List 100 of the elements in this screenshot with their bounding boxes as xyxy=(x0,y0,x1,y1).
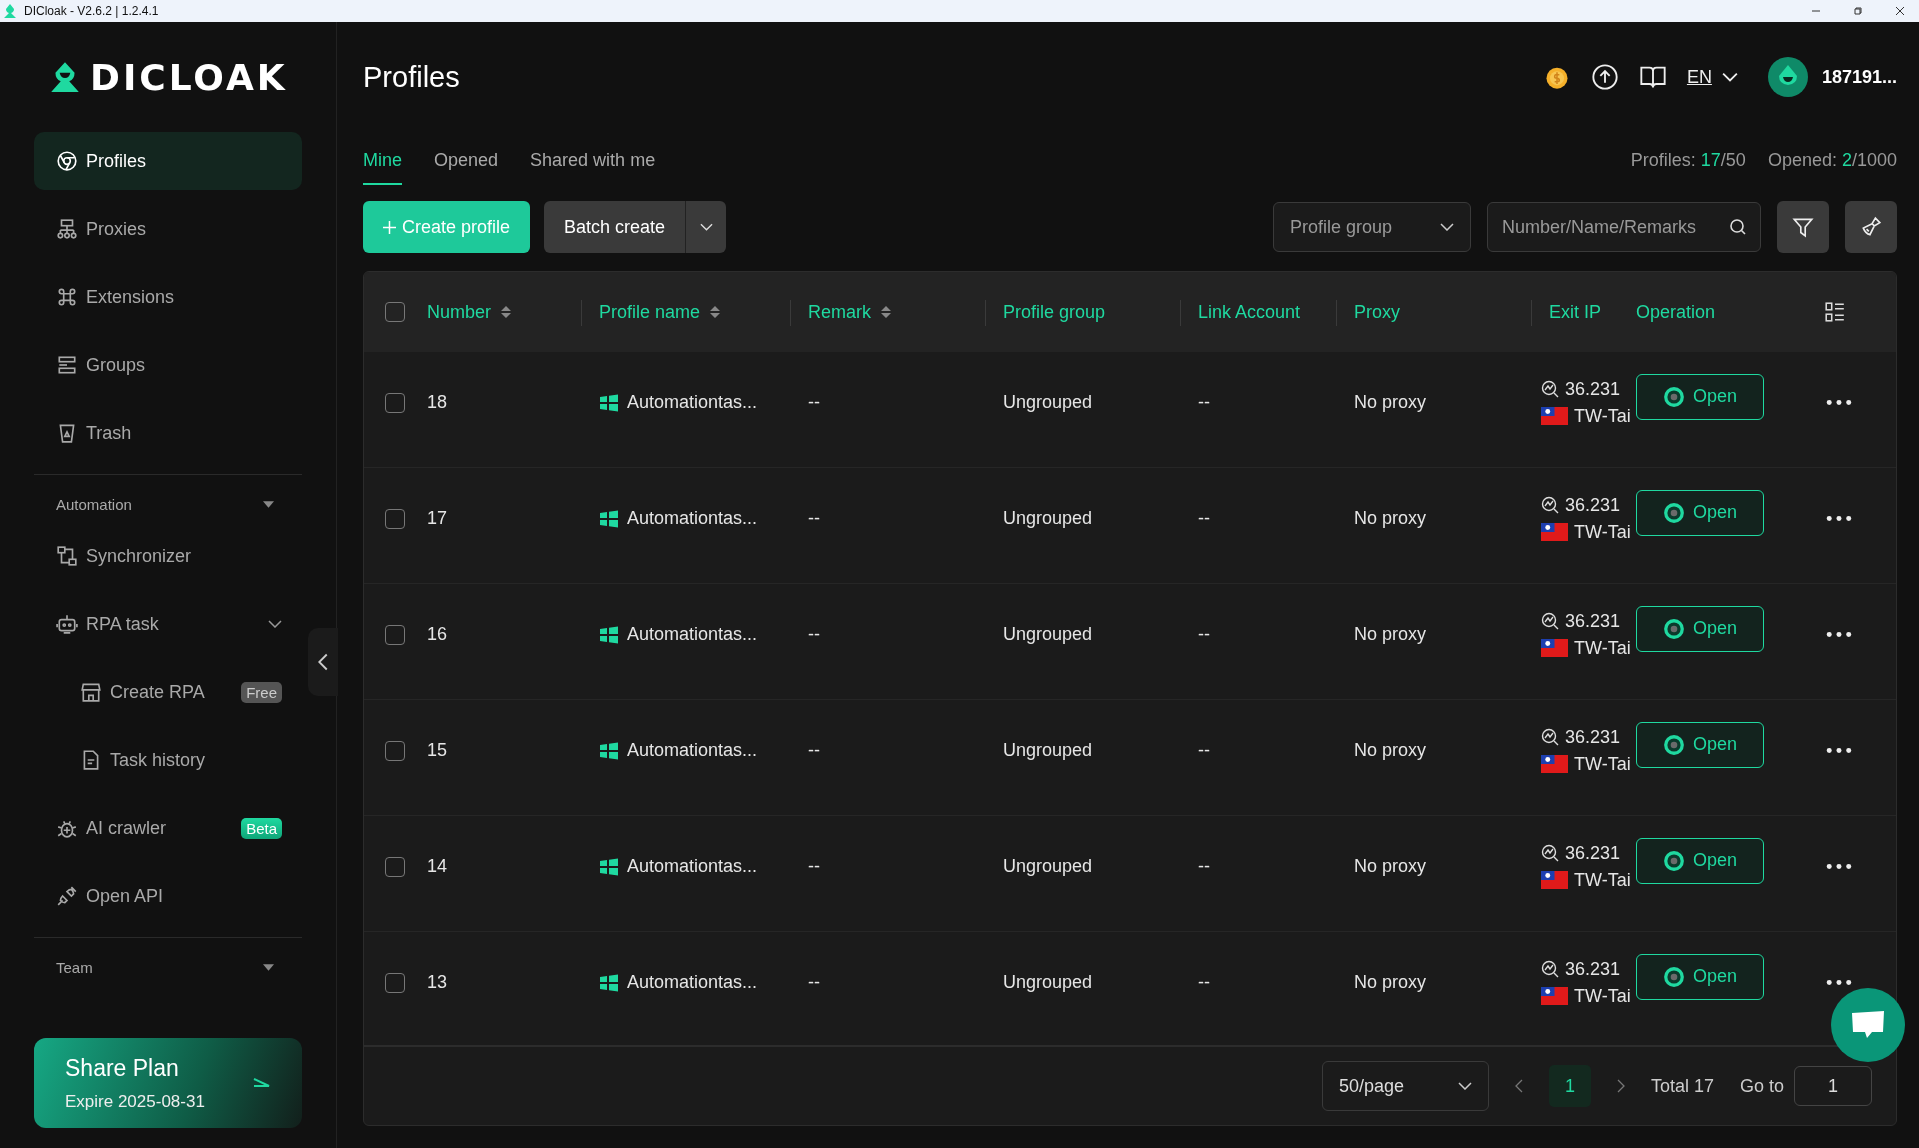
profiles-count: Profiles: 17/50 xyxy=(1630,150,1746,171)
chevron-down-icon xyxy=(1457,1082,1472,1090)
next-page-icon[interactable] xyxy=(1616,1079,1625,1093)
goto-page-field[interactable]: 1 xyxy=(1794,1066,1872,1106)
row-checkbox[interactable] xyxy=(384,740,405,761)
table-cell: 17 xyxy=(427,508,448,529)
logo-text: DICLOAK xyxy=(90,56,288,98)
open-button[interactable]: Open xyxy=(1636,837,1764,884)
table-cell: -- xyxy=(1198,392,1210,413)
table-cell: No proxy xyxy=(1354,508,1427,529)
collapse-sidebar-button[interactable] xyxy=(308,628,338,696)
sort-icon[interactable] xyxy=(881,305,891,319)
search-field[interactable]: Number/Name/Remarks xyxy=(1487,202,1761,252)
clean-button[interactable] xyxy=(1845,201,1897,253)
language-selector[interactable]: EN xyxy=(1686,66,1738,88)
beta-badge: Beta xyxy=(241,817,282,839)
table-cell: -- xyxy=(808,856,820,877)
chart-search-icon[interactable] xyxy=(1541,844,1559,862)
column-settings-icon[interactable] xyxy=(1824,301,1846,323)
dropdown-triangle-icon[interactable] xyxy=(263,500,274,508)
table-cell: Ungrouped xyxy=(1003,624,1093,645)
location: TW-Tai xyxy=(1574,637,1631,659)
window-title: DICloak - V2.6.2 | 1.2.4.1 xyxy=(24,4,159,18)
chart-search-icon[interactable] xyxy=(1541,496,1559,514)
network-icon xyxy=(56,218,78,240)
plan-card[interactable]: Share Plan Expire 2025-08-31 xyxy=(34,1038,302,1128)
page-size-select[interactable]: 50/page xyxy=(1321,1061,1489,1111)
sidebar-item[interactable]: Open API xyxy=(34,867,302,925)
dropdown-triangle-icon[interactable] xyxy=(263,963,274,971)
flag-icon xyxy=(1541,523,1568,541)
open-button[interactable]: Open xyxy=(1636,721,1764,768)
sidebar-subitem[interactable]: Task history xyxy=(34,731,302,789)
ip-address: 36.231 xyxy=(1565,726,1621,748)
tab[interactable]: Mine xyxy=(363,140,402,185)
flag-icon xyxy=(1541,871,1568,889)
sidebar-item[interactable]: Profiles xyxy=(34,132,302,190)
sidebar-subitem[interactable]: Create RPA Free xyxy=(34,663,302,721)
table-cell: Automationtas... xyxy=(627,740,758,761)
user-name[interactable]: 187191... xyxy=(1821,66,1897,88)
table-cell: -- xyxy=(808,392,820,413)
sidebar-item[interactable]: Proxies xyxy=(34,200,302,258)
sidebar-item[interactable]: Synchronizer xyxy=(34,527,302,585)
table-cell: No proxy xyxy=(1354,624,1427,645)
page-number[interactable]: 1 xyxy=(1548,1065,1591,1107)
flag-icon xyxy=(1541,987,1568,1005)
open-button[interactable]: Open xyxy=(1636,605,1764,652)
table-cell: Automationtas... xyxy=(627,392,758,413)
table-cell: 14 xyxy=(427,856,448,877)
avatar-icon[interactable] xyxy=(1767,57,1808,97)
chart-search-icon[interactable] xyxy=(1541,728,1559,746)
close-icon[interactable] xyxy=(1895,6,1905,16)
tab[interactable]: Shared with me xyxy=(530,140,656,185)
windows-icon xyxy=(599,972,619,993)
chart-search-icon[interactable] xyxy=(1541,612,1559,630)
batch-create-button[interactable]: Batch create xyxy=(544,201,687,253)
open-button[interactable]: Open xyxy=(1636,953,1764,1000)
upload-icon[interactable] xyxy=(1590,63,1619,91)
page-title: Profiles xyxy=(363,60,460,94)
location: TW-Tai xyxy=(1574,985,1631,1007)
sort-icon[interactable] xyxy=(501,305,512,319)
windows-icon xyxy=(599,624,619,645)
select-all-checkbox[interactable] xyxy=(384,302,405,322)
column-header: Number xyxy=(427,301,492,323)
more-icon[interactable] xyxy=(1826,399,1852,406)
sidebar-item[interactable]: AI crawler Beta xyxy=(34,799,302,857)
row-checkbox[interactable] xyxy=(384,972,405,993)
browser-icon xyxy=(1662,733,1685,756)
chevron-icon[interactable] xyxy=(268,620,282,628)
more-icon[interactable] xyxy=(1826,863,1852,870)
sort-icon[interactable] xyxy=(710,305,721,319)
profile-group-select[interactable]: Profile group xyxy=(1273,202,1471,252)
location: TW-Tai xyxy=(1574,521,1631,543)
more-icon[interactable] xyxy=(1826,515,1852,522)
sidebar-item[interactable]: RPA task xyxy=(34,595,302,653)
row-checkbox[interactable] xyxy=(384,508,405,529)
row-checkbox[interactable] xyxy=(384,392,405,413)
row-checkbox[interactable] xyxy=(384,624,405,645)
table-cell: -- xyxy=(1198,740,1210,761)
section-heading: Team xyxy=(56,958,93,976)
sidebar-item[interactable]: Extensions xyxy=(34,268,302,326)
column-header: Exit IP xyxy=(1549,301,1601,323)
more-icon[interactable] xyxy=(1826,747,1852,754)
restore-icon[interactable] xyxy=(1853,6,1863,16)
chevron-down-icon xyxy=(1440,223,1454,231)
previous-page-icon[interactable] xyxy=(1514,1079,1523,1093)
windows-icon xyxy=(599,740,619,761)
filter-button[interactable] xyxy=(1777,201,1829,253)
row-checkbox[interactable] xyxy=(384,856,405,877)
tab[interactable]: Opened xyxy=(434,140,499,185)
more-icon[interactable] xyxy=(1826,631,1852,638)
open-button[interactable]: Open xyxy=(1636,373,1764,420)
sidebar-item[interactable]: Trash xyxy=(34,404,302,462)
chart-search-icon[interactable] xyxy=(1541,380,1559,398)
table-cell: Automationtas... xyxy=(627,972,758,993)
sidebar-item[interactable]: Groups xyxy=(34,336,302,394)
open-button[interactable]: Open xyxy=(1636,489,1764,536)
chart-search-icon[interactable] xyxy=(1541,960,1559,978)
more-icon[interactable] xyxy=(1826,979,1852,986)
free-badge: Free xyxy=(241,681,282,703)
table-cell: Ungrouped xyxy=(1003,740,1093,761)
